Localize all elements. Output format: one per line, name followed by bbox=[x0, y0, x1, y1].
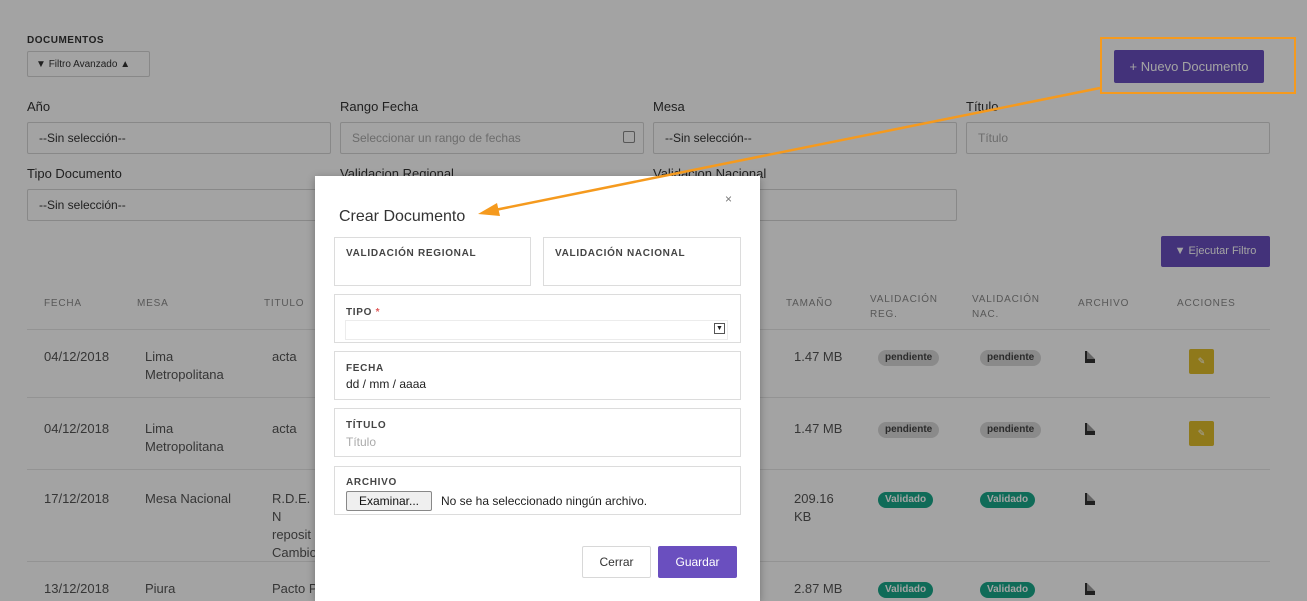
date-field-label: FECHA bbox=[346, 363, 384, 374]
regional-validation-box: VALIDACIÓN REGIONAL bbox=[334, 237, 531, 286]
national-validation-box: VALIDACIÓN NACIONAL bbox=[543, 237, 741, 286]
date-field-box: FECHA dd / mm / aaaa bbox=[334, 351, 741, 400]
type-field-box: TIPO * ▼ bbox=[334, 294, 741, 343]
select-arrow-icon: ▼ bbox=[714, 323, 725, 334]
save-button[interactable]: Guardar bbox=[658, 546, 737, 578]
national-validation-field-label: VALIDACIÓN NACIONAL bbox=[555, 248, 686, 259]
title-field-label: TÍTULO bbox=[346, 420, 387, 431]
browse-button[interactable]: Examinar... bbox=[346, 491, 432, 511]
close-icon[interactable]: × bbox=[725, 192, 732, 206]
file-field-box: ARCHIVO Examinar... No se ha seleccionad… bbox=[334, 466, 741, 515]
type-field-label: TIPO * bbox=[346, 307, 380, 318]
title-field-box: TÍTULO Título bbox=[334, 408, 741, 457]
modal-title: Crear Documento bbox=[339, 208, 466, 225]
highlight-box bbox=[1100, 37, 1296, 94]
cancel-button[interactable]: Cerrar bbox=[582, 546, 651, 578]
title-input[interactable]: Título bbox=[346, 435, 376, 449]
date-input[interactable]: dd / mm / aaaa bbox=[346, 377, 426, 391]
required-mark: * bbox=[375, 307, 381, 318]
file-field-label: ARCHIVO bbox=[346, 477, 398, 488]
create-document-modal: Crear Documento × VALIDACIÓN REGIONAL VA… bbox=[315, 176, 760, 601]
no-file-text: No se ha seleccionado ningún archivo. bbox=[441, 494, 648, 508]
regional-validation-field-label: VALIDACIÓN REGIONAL bbox=[346, 248, 477, 259]
type-label-text: TIPO bbox=[346, 307, 373, 318]
type-select[interactable]: ▼ bbox=[345, 320, 728, 340]
